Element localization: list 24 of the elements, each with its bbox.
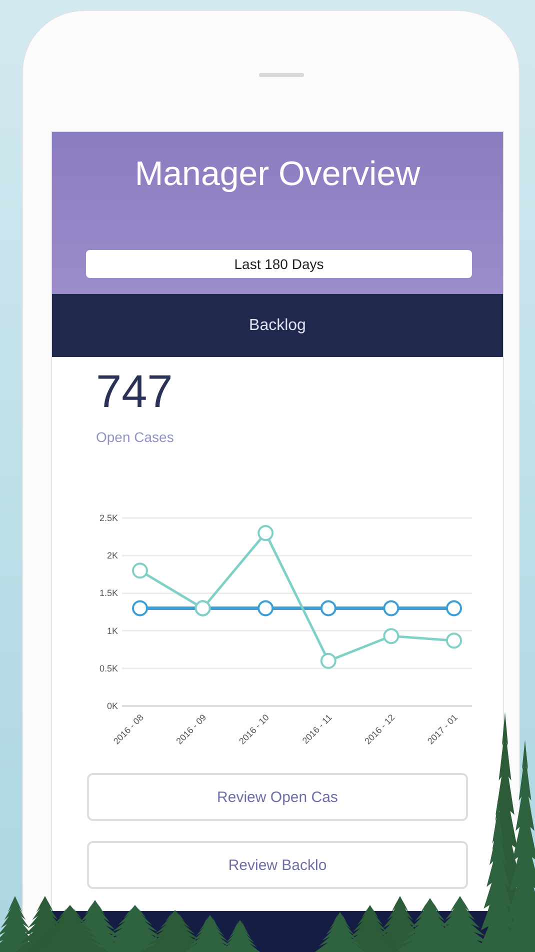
- metric-value: 747: [96, 365, 173, 417]
- point: [383, 628, 400, 644]
- axis-tick-label: 1.5K: [99, 588, 118, 598]
- point: [258, 600, 274, 616]
- speaker-slot: [258, 73, 304, 77]
- axis-tick-label: 0K: [106, 701, 118, 711]
- point: [132, 562, 148, 579]
- action-button[interactable]: Review Open Cas: [87, 773, 468, 821]
- tab[interactable]: Backlog: [52, 294, 503, 357]
- axis-tick-label: 2.5K: [99, 513, 118, 523]
- point: [258, 525, 274, 542]
- page-title: Manager Overview: [134, 154, 420, 195]
- axis-tick-label: 0.5K: [99, 663, 118, 674]
- point: [446, 632, 462, 649]
- point: [132, 600, 148, 616]
- date-range-select[interactable]: Last 180 Days: [86, 250, 472, 278]
- metric-label: Open Cases: [96, 429, 174, 445]
- point: [383, 600, 400, 616]
- axis-tick-label: 1K: [106, 626, 118, 636]
- point: [320, 652, 336, 669]
- point: [320, 600, 336, 616]
- axis-tick-label: 2K: [106, 550, 118, 561]
- point: [446, 600, 462, 616]
- action-button[interactable]: Review Backlo: [87, 841, 468, 889]
